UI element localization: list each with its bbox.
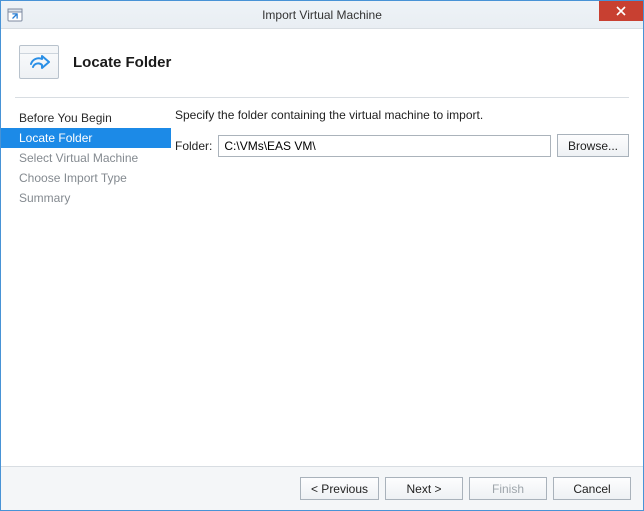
finish-button: Finish (469, 477, 547, 500)
nav-item-summary: Summary (1, 188, 171, 208)
wizard-content: Specify the folder containing the virtua… (171, 98, 643, 466)
nav-item-locate-folder[interactable]: Locate Folder (1, 128, 171, 148)
nav-item-select-virtual-machine: Select Virtual Machine (1, 148, 171, 168)
wizard-header: Locate Folder (1, 29, 643, 97)
window-title: Import Virtual Machine (1, 8, 643, 22)
browse-button[interactable]: Browse... (557, 134, 629, 157)
nav-item-choose-import-type: Choose Import Type (1, 168, 171, 188)
app-icon (7, 7, 23, 23)
next-button[interactable]: Next > (385, 477, 463, 500)
wizard-footer: < Previous Next > Finish Cancel (1, 466, 643, 510)
page-title: Locate Folder (73, 54, 171, 71)
close-button[interactable] (599, 1, 643, 21)
folder-row: Folder: Browse... (175, 134, 629, 157)
instruction-text: Specify the folder containing the virtua… (175, 108, 629, 122)
folder-input[interactable] (218, 135, 551, 157)
folder-label: Folder: (175, 139, 212, 153)
previous-button[interactable]: < Previous (300, 477, 379, 500)
wizard-window: Import Virtual Machine Locate Folder Bef… (0, 0, 644, 511)
cancel-button[interactable]: Cancel (553, 477, 631, 500)
import-icon (19, 45, 59, 79)
titlebar: Import Virtual Machine (1, 1, 643, 29)
wizard-nav: Before You Begin Locate Folder Select Vi… (1, 98, 171, 466)
wizard-body: Before You Begin Locate Folder Select Vi… (1, 98, 643, 466)
nav-item-before-you-begin[interactable]: Before You Begin (1, 108, 171, 128)
